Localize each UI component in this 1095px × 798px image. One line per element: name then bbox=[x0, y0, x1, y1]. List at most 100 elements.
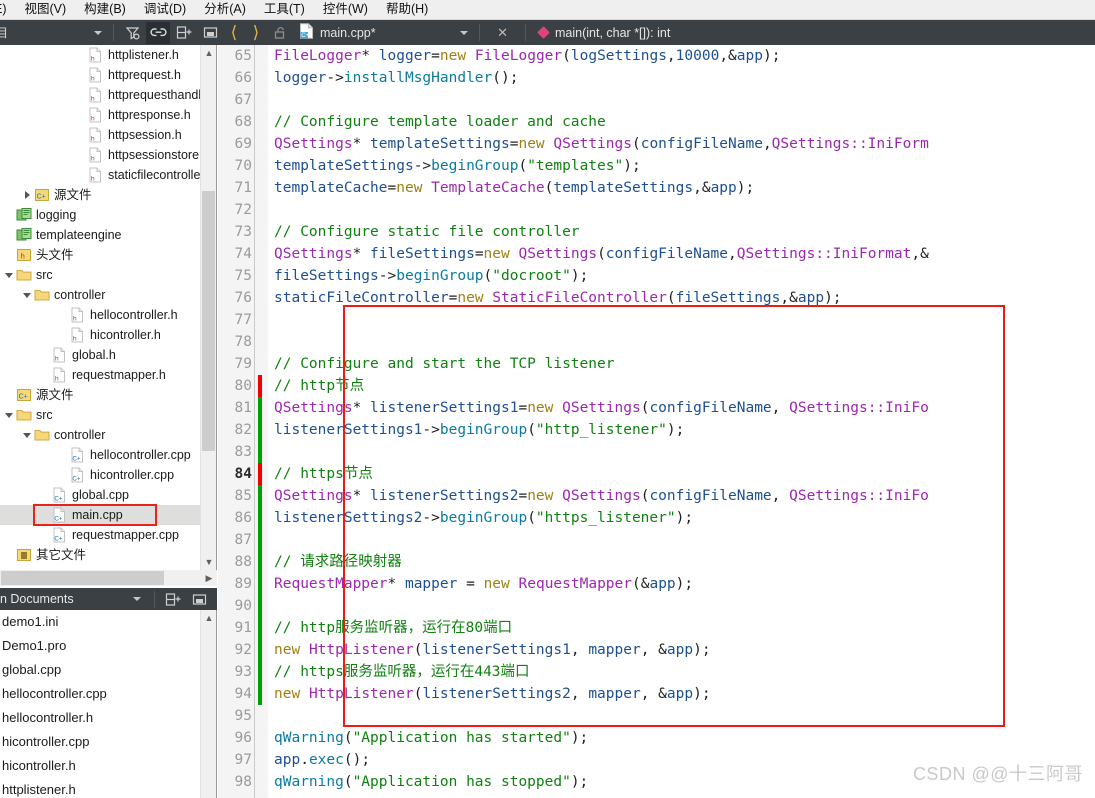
scrollbar-thumb-h[interactable] bbox=[1, 571, 164, 585]
project-tree-vscrollbar[interactable]: ▲ ▼ bbox=[200, 45, 216, 570]
code-line-94[interactable]: 94 new HttpListener(listenerSettings2, ma… bbox=[218, 683, 1095, 705]
tree-item-httpsessionstore.h[interactable]: h httpsessionstore.h bbox=[0, 145, 209, 165]
open-documents-list[interactable]: demo1.ini Demo1.pro global.cpp hellocontrol… bbox=[0, 610, 217, 798]
open-document-Demo1.pro[interactable]: Demo1.pro bbox=[0, 634, 216, 658]
editor-file-tab[interactable]: C+ main.cpp* ✕ bbox=[293, 20, 531, 45]
project-tree-panel[interactable]: h httplistener.h h httprequest.h h httpreques… bbox=[0, 45, 217, 585]
tree-item-httprequesthandler.h[interactable]: h httprequesthandler.h bbox=[0, 85, 216, 105]
tree-item-源文件[interactable]: C+ 源文件 bbox=[0, 385, 200, 405]
code-line-79[interactable]: 79 // Configure and start the TCP listene… bbox=[218, 353, 1095, 375]
tree-item-staticfilecontroller.h[interactable]: h staticfilecontroller.h bbox=[0, 165, 214, 185]
menu-item-0[interactable]: E) bbox=[0, 0, 16, 19]
code-line-73[interactable]: 73 // Configure static file controller bbox=[218, 221, 1095, 243]
open-document-httplistener.h[interactable]: httplistener.h bbox=[0, 778, 216, 798]
code-line-89[interactable]: 89 RequestMapper* mapper = new RequestMap… bbox=[218, 573, 1095, 595]
code-line-78[interactable]: 78 bbox=[218, 331, 1095, 353]
tree-item-src[interactable]: src bbox=[0, 265, 200, 285]
split-editor-icon[interactable] bbox=[172, 22, 196, 44]
open-documents-chevron-down-icon[interactable] bbox=[133, 597, 141, 601]
open-documents-vscrollbar[interactable]: ▲ bbox=[200, 610, 216, 798]
unlocked-icon[interactable] bbox=[268, 22, 292, 44]
code-line-68[interactable]: 68 // Configure template loader and cache bbox=[218, 111, 1095, 133]
menu-item-2[interactable]: 构建(B) bbox=[75, 0, 135, 19]
tree-item-requestmapper.cpp[interactable]: C+ requestmapper.cpp bbox=[0, 525, 200, 545]
code-line-86[interactable]: 86 listenerSettings2->beginGroup("https_l… bbox=[218, 507, 1095, 529]
code-line-74[interactable]: 74 QSettings* fileSettings=new QSettings(… bbox=[218, 243, 1095, 265]
code-line-66[interactable]: 66 logger->installMsgHandler(); bbox=[218, 67, 1095, 89]
tree-item-controller[interactable]: controller bbox=[0, 285, 200, 305]
code-line-67[interactable]: 67 bbox=[218, 89, 1095, 111]
chevron-down-icon[interactable] bbox=[20, 285, 34, 305]
code-line-84[interactable]: 84 // https节点 bbox=[218, 463, 1095, 485]
code-line-72[interactable]: 72 bbox=[218, 199, 1095, 221]
tree-item-global.h[interactable]: h global.h bbox=[0, 345, 200, 365]
code-line-83[interactable]: 83 bbox=[218, 441, 1095, 463]
tree-item-requestmapper.h[interactable]: h requestmapper.h bbox=[0, 365, 200, 385]
code-line-91[interactable]: 91 // http服务监听器，运行在80端口 bbox=[218, 617, 1095, 639]
chevron-right-icon[interactable] bbox=[20, 185, 34, 205]
tree-item-main.cpp[interactable]: C+ main.cpp bbox=[0, 505, 200, 525]
open-document-hicontroller.cpp[interactable]: hicontroller.cpp bbox=[0, 730, 216, 754]
navigate-forward-icon[interactable]: ⟩ bbox=[245, 22, 267, 44]
scroll-down-icon[interactable]: ▼ bbox=[201, 554, 217, 570]
menu-item-4[interactable]: 分析(A) bbox=[195, 0, 255, 19]
project-tree[interactable]: h httplistener.h h httprequest.h h httpreques… bbox=[0, 45, 216, 565]
open-document-demo1.ini[interactable]: demo1.ini bbox=[0, 610, 216, 634]
code-line-75[interactable]: 75 fileSettings->beginGroup("docroot"); bbox=[218, 265, 1095, 287]
open-document-global.cpp[interactable]: global.cpp bbox=[0, 658, 216, 682]
unsplit-editor-icon[interactable] bbox=[198, 22, 222, 44]
chevron-down-icon[interactable] bbox=[2, 405, 16, 425]
code-line-95[interactable]: 95 bbox=[218, 705, 1095, 727]
scroll-up-icon[interactable]: ▲ bbox=[201, 45, 217, 61]
scroll-right-icon[interactable]: ▶ bbox=[201, 570, 217, 586]
menu-item-6[interactable]: 控件(W) bbox=[314, 0, 377, 19]
menu-item-7[interactable]: 帮助(H) bbox=[377, 0, 437, 19]
tree-item-httpresponse.h[interactable]: h httpresponse.h bbox=[0, 105, 200, 125]
code-line-77[interactable]: 77 bbox=[218, 309, 1095, 331]
tree-item-httplistener.h[interactable]: h httplistener.h bbox=[0, 45, 200, 65]
scroll-up-icon-2[interactable]: ▲ bbox=[201, 610, 217, 626]
menu-item-5[interactable]: 工具(T) bbox=[255, 0, 314, 19]
symbol-selector[interactable]: main(int, char *[]): int bbox=[531, 26, 670, 40]
tree-item-其它文件[interactable]: 其它文件 bbox=[0, 545, 200, 565]
tree-item-hellocontroller.cpp[interactable]: C+ hellocontroller.cpp bbox=[0, 445, 200, 465]
open-document-hellocontroller.h[interactable]: hellocontroller.h bbox=[0, 706, 216, 730]
tree-item-httpsession.h[interactable]: h httpsession.h bbox=[0, 125, 200, 145]
file-tab-chevron-down-icon[interactable] bbox=[460, 30, 469, 35]
tree-item-src[interactable]: src bbox=[0, 405, 200, 425]
open-documents-rows[interactable]: demo1.ini Demo1.pro global.cpp hellocontrol… bbox=[0, 610, 216, 798]
tree-item-hicontroller.cpp[interactable]: C+ hicontroller.cpp bbox=[0, 465, 200, 485]
code-line-69[interactable]: 69 QSettings* templateSettings=new QSetti… bbox=[218, 133, 1095, 155]
project-tree-hscrollbar[interactable]: ▶ bbox=[0, 570, 217, 586]
project-combo[interactable]: 目 bbox=[0, 20, 108, 45]
tree-item-logging[interactable]: logging bbox=[0, 205, 200, 225]
open-document-hicontroller.h[interactable]: hicontroller.h bbox=[0, 754, 216, 778]
code-editor[interactable]: 65 FileLogger* logger=new FileLogger(logS… bbox=[218, 45, 1095, 798]
menu-item-3[interactable]: 调试(D) bbox=[135, 0, 195, 19]
tree-item-头文件[interactable]: h 头文件 bbox=[0, 245, 200, 265]
code-line-93[interactable]: 93 // https服务监听器，运行在443端口 bbox=[218, 661, 1095, 683]
filter-icon[interactable] bbox=[120, 22, 144, 44]
pane-menu-icon[interactable] bbox=[187, 588, 211, 610]
chevron-down-icon[interactable] bbox=[20, 425, 34, 445]
tree-item-源文件[interactable]: C+ 源文件 bbox=[0, 185, 200, 205]
code-line-80[interactable]: 80 // http节点 bbox=[218, 375, 1095, 397]
code-line-87[interactable]: 87 bbox=[218, 529, 1095, 551]
menu-item-1[interactable]: 视图(V) bbox=[16, 0, 76, 19]
tree-item-httprequest.h[interactable]: h httprequest.h bbox=[0, 65, 200, 85]
code-line-71[interactable]: 71 templateCache=new TemplateCache(templa… bbox=[218, 177, 1095, 199]
chevron-down-icon[interactable] bbox=[2, 265, 16, 285]
code-line-90[interactable]: 90 bbox=[218, 595, 1095, 617]
tree-item-controller[interactable]: controller bbox=[0, 425, 200, 445]
tree-item-global.cpp[interactable]: C+ global.cpp bbox=[0, 485, 200, 505]
code-lines[interactable]: 65 FileLogger* logger=new FileLogger(logS… bbox=[218, 45, 1095, 798]
tree-item-hicontroller.h[interactable]: h hicontroller.h bbox=[0, 325, 200, 345]
link-icon[interactable] bbox=[146, 21, 170, 44]
code-line-76[interactable]: 76 staticFileController=new StaticFileCon… bbox=[218, 287, 1095, 309]
scrollbar-thumb[interactable] bbox=[202, 191, 215, 451]
close-icon[interactable]: ✕ bbox=[491, 26, 514, 39]
add-split-icon[interactable] bbox=[161, 588, 185, 610]
open-document-hellocontroller.cpp[interactable]: hellocontroller.cpp bbox=[0, 682, 216, 706]
code-line-82[interactable]: 82 listenerSettings1->beginGroup("http_li… bbox=[218, 419, 1095, 441]
navigate-back-icon[interactable]: ⟨ bbox=[223, 22, 245, 44]
